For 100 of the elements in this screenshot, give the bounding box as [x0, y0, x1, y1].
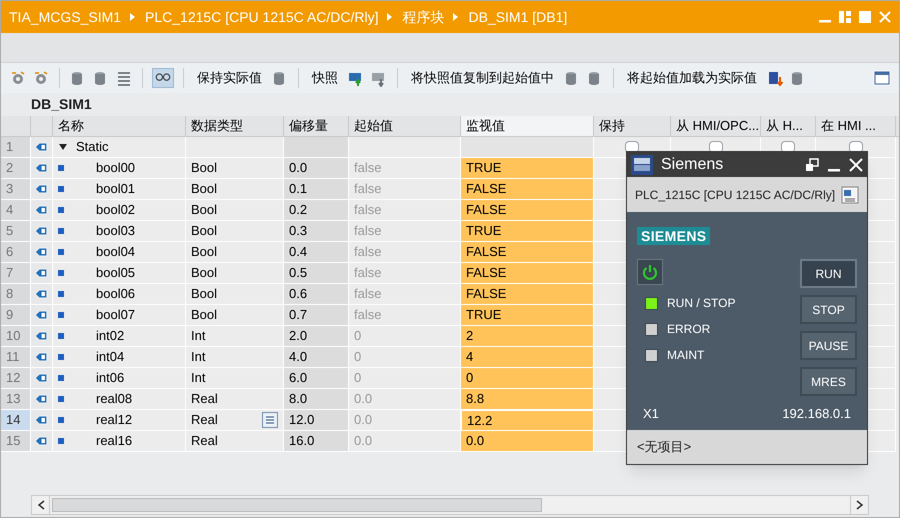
chevron-left-icon	[36, 500, 44, 510]
table-cell: 6.0	[284, 368, 349, 389]
table-cell: false	[349, 200, 461, 221]
type-cell-text: Int	[191, 348, 206, 366]
table-cell: false	[349, 221, 461, 242]
caret-icon[interactable]	[58, 142, 68, 152]
type-cell-text: Bool	[191, 222, 218, 240]
square-icon	[58, 270, 64, 276]
mode-button[interactable]: STOP	[800, 295, 857, 324]
table-cell: 0.4	[284, 242, 349, 263]
square-icon	[58, 312, 64, 318]
row-number[interactable]: 3	[1, 179, 31, 200]
row-number[interactable]: 4	[1, 200, 31, 221]
window-title: Siemens	[661, 154, 724, 174]
toolbar-button[interactable]: 保持实际值	[193, 68, 266, 88]
tile-icon[interactable]	[839, 11, 851, 23]
chevron-icon	[452, 12, 460, 22]
row-number[interactable]: 13	[1, 389, 31, 410]
type-cell-text: Bool	[191, 201, 218, 220]
table-cell: false	[349, 242, 461, 263]
name-cell-text: int02	[96, 327, 124, 346]
row-number[interactable]: 2	[1, 158, 31, 179]
interface-tag-icon	[36, 393, 47, 405]
row-number[interactable]: 14	[1, 410, 31, 431]
table-cell: 0.1	[284, 179, 349, 200]
toolbar-button[interactable]: 将起始值加载为实际值	[623, 68, 761, 88]
column-header[interactable]: 监视值	[461, 116, 594, 136]
database-icon[interactable]	[766, 69, 784, 87]
plcsim-logo-icon	[631, 154, 653, 174]
column-header[interactable]: 保持	[594, 116, 671, 136]
square-icon	[58, 375, 64, 381]
row-number[interactable]: 9	[1, 305, 31, 326]
table-cell: FALSE	[461, 284, 594, 305]
mode-button[interactable]: RUN	[800, 259, 857, 288]
type-cell-text: Bool	[191, 285, 218, 304]
square-icon	[58, 186, 64, 192]
interface-tag-icon	[36, 351, 47, 363]
list-icon[interactable]	[262, 412, 278, 428]
mode-button[interactable]: MRES	[800, 367, 857, 396]
row-number[interactable]: 5	[1, 221, 31, 242]
table-cell: false	[349, 284, 461, 305]
type-cell-text: Bool	[191, 180, 218, 198]
name-cell-text: bool00	[96, 159, 136, 178]
panel-icon[interactable]	[841, 186, 859, 204]
interface-tag-icon	[36, 309, 47, 321]
row-number[interactable]: 15	[1, 431, 31, 452]
toolbar-button[interactable]: 将快照值复制到起始值中	[407, 68, 558, 88]
row-number[interactable]: 8	[1, 284, 31, 305]
name-cell-text: bool06	[96, 285, 136, 304]
square-icon	[58, 165, 64, 171]
power-button[interactable]	[637, 259, 663, 285]
brand-logo: SIEMENS	[637, 227, 710, 245]
name-cell-text: real16	[96, 432, 132, 450]
column-header[interactable]: 从 HMI/OPC...	[671, 116, 761, 136]
horizontal-scrollbar[interactable]	[31, 495, 869, 515]
table-cell: 12.2	[461, 410, 594, 431]
led-label: MAINT	[667, 347, 704, 364]
interface-tag-icon	[36, 288, 47, 300]
row-number[interactable]: 11	[1, 347, 31, 368]
column-header[interactable]: 数据类型	[186, 116, 284, 136]
row-number[interactable]: 7	[1, 263, 31, 284]
table-cell: FALSE	[461, 200, 594, 221]
window-icon[interactable]	[873, 69, 891, 87]
ip-address: 192.168.0.1	[782, 405, 851, 423]
name-cell-text: int06	[96, 369, 124, 388]
restore-icon[interactable]	[805, 158, 819, 172]
toolbar-button[interactable]: 快照	[308, 68, 342, 88]
name-cell-text: bool05	[96, 264, 136, 282]
column-header[interactable]: 在 HMI ...	[816, 116, 896, 136]
name-cell-text: bool04	[96, 243, 136, 262]
row-number[interactable]: 6	[1, 242, 31, 263]
type-cell-text: Bool	[191, 306, 218, 324]
row-number[interactable]: 12	[1, 368, 31, 389]
column-header[interactable]: 名称	[53, 116, 186, 136]
column-header[interactable]: 从 H...	[761, 116, 816, 136]
table-cell: 0	[349, 326, 461, 347]
scrollbar-thumb[interactable]	[52, 498, 542, 512]
glasses-icon[interactable]	[152, 68, 174, 88]
table-cell: FALSE	[461, 263, 594, 284]
close-icon[interactable]	[849, 158, 863, 172]
list-icon[interactable]	[115, 69, 133, 87]
table-cell: 0	[349, 368, 461, 389]
name-cell-text: bool02	[96, 201, 136, 220]
type-cell-text: Bool	[191, 264, 218, 282]
table-cell: 8.0	[284, 389, 349, 410]
name-cell-text: real12	[96, 411, 132, 430]
square-icon	[58, 396, 64, 402]
square-icon	[58, 417, 64, 423]
table-cell: TRUE	[461, 158, 594, 179]
table-cell: 0.0	[349, 431, 461, 452]
table-cell: 4.0	[284, 347, 349, 368]
column-header[interactable]: 偏移量	[284, 116, 349, 136]
table-cell: 0.3	[284, 221, 349, 242]
table-cell: false	[349, 179, 461, 200]
mode-button[interactable]: PAUSE	[800, 331, 857, 360]
table-cell: false	[349, 263, 461, 284]
type-cell-text: Real	[191, 432, 218, 450]
interface-label: X1	[643, 405, 659, 423]
row-number[interactable]: 10	[1, 326, 31, 347]
row-number[interactable]: 1	[1, 137, 31, 158]
